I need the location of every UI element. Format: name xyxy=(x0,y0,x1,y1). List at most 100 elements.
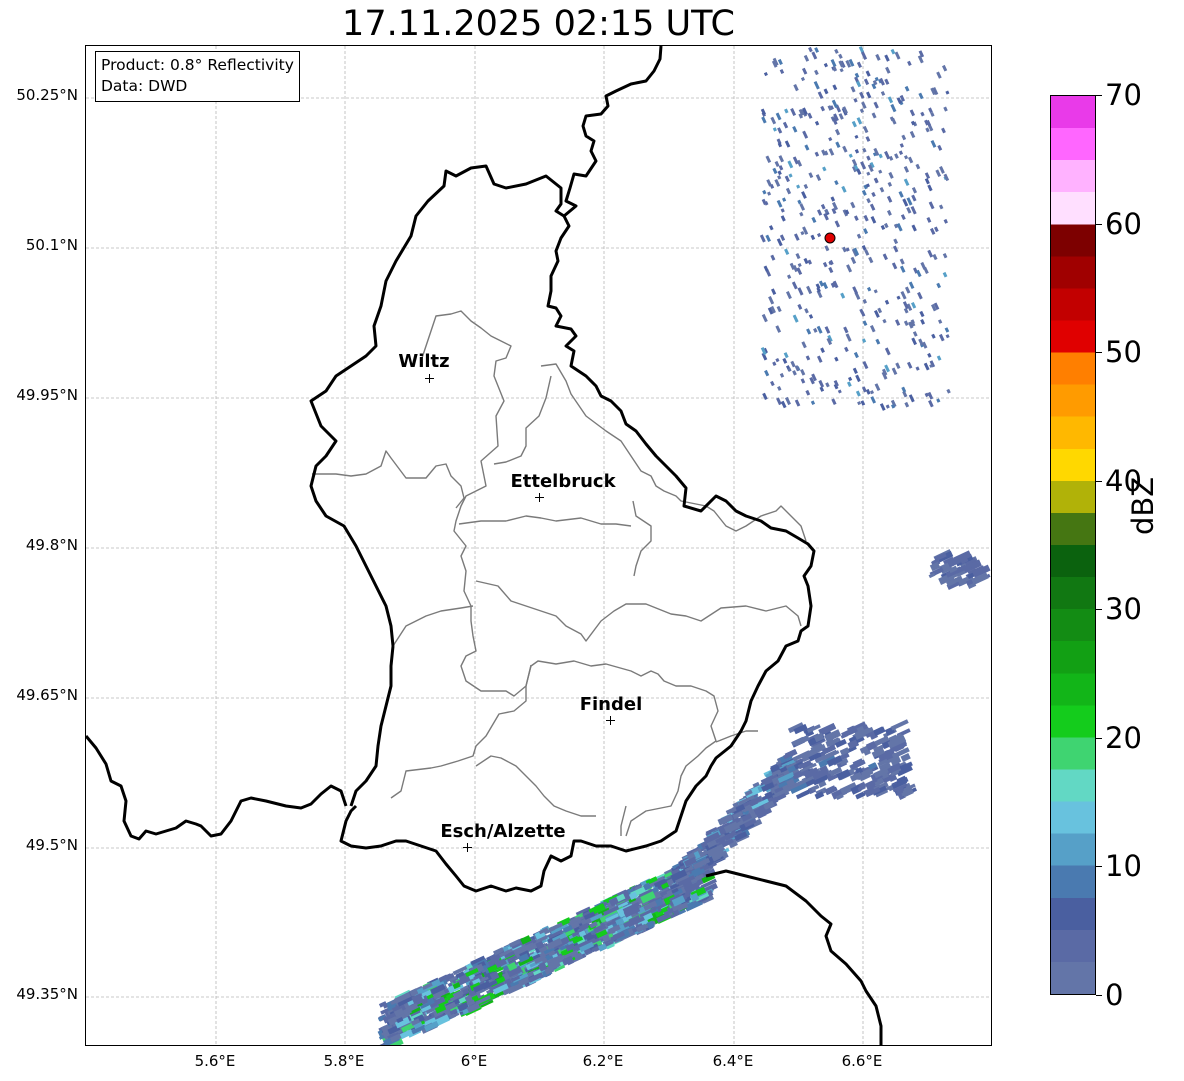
echo-cell xyxy=(782,357,788,364)
echo-cell xyxy=(854,149,860,154)
echo-cell xyxy=(777,386,782,391)
echo-cell xyxy=(778,165,784,171)
city-label-findel: Findel xyxy=(579,694,643,715)
echo-cell xyxy=(860,400,866,406)
echo-cell xyxy=(879,187,885,193)
echo-cell xyxy=(885,404,890,409)
echo-cell xyxy=(806,285,813,295)
echo-cell xyxy=(891,367,898,376)
echo-cell xyxy=(807,112,813,119)
echo-cell xyxy=(863,78,870,86)
echo-cell xyxy=(790,108,797,117)
echo-cell xyxy=(760,108,767,116)
echo-cell xyxy=(774,179,781,187)
echo-cell xyxy=(871,112,877,119)
echo-cell xyxy=(884,299,890,305)
echo-cell xyxy=(804,308,809,314)
echo-cell xyxy=(792,156,799,165)
echo-cell xyxy=(777,127,783,134)
echo-cell xyxy=(945,334,950,339)
echo-cell xyxy=(942,64,948,72)
echo-cell xyxy=(890,103,897,113)
echo-cell xyxy=(841,185,847,193)
echo-cell xyxy=(805,355,811,361)
colorbar-label-60: 60 xyxy=(1105,207,1142,241)
echo-cell xyxy=(931,333,936,339)
echo-cell xyxy=(900,291,907,300)
echo-cell xyxy=(895,319,901,326)
echo-cell xyxy=(804,144,810,151)
echo-cell xyxy=(772,167,778,175)
city-label-esch-alzette: Esch/Alzette xyxy=(440,821,566,842)
echo-cell xyxy=(814,120,820,126)
echo-cell xyxy=(762,189,767,195)
echo-cell xyxy=(866,155,871,161)
echo-cell xyxy=(856,61,862,68)
echo-cell xyxy=(850,256,857,265)
echo-cell xyxy=(904,155,909,160)
city-marker-wiltz xyxy=(425,374,434,383)
echo-cell xyxy=(875,338,881,345)
echo-cell xyxy=(844,346,849,353)
colorbar-tick-0 xyxy=(1096,995,1102,996)
echo-cell xyxy=(817,209,823,216)
echo-cell xyxy=(853,98,858,103)
echo-cell xyxy=(886,195,893,203)
echo-cell xyxy=(862,125,869,134)
echo-cell xyxy=(851,120,857,128)
product-line: Product: 0.8° Reflectivity xyxy=(101,56,294,74)
echo-cell xyxy=(820,203,826,210)
echo-cell xyxy=(788,173,793,178)
echo-cell xyxy=(915,163,921,170)
echo-cell xyxy=(852,286,859,295)
colorbar-tick-50 xyxy=(1096,352,1102,353)
echo-cell xyxy=(805,389,811,396)
echo-cell xyxy=(803,54,810,62)
city-label-wiltz: Wiltz xyxy=(398,351,450,372)
echo-cell xyxy=(800,76,805,82)
echo-cell xyxy=(822,166,827,172)
echo-cell xyxy=(802,130,809,139)
radar-map[interactable] xyxy=(85,45,992,1046)
echo-cell xyxy=(930,140,937,148)
echo-cell xyxy=(828,266,834,274)
echo-cell xyxy=(898,150,904,155)
country-borders xyxy=(86,46,883,1045)
echo-cell xyxy=(776,199,783,208)
echo-cell xyxy=(887,181,893,187)
echo-cell xyxy=(811,216,817,223)
echo-cell xyxy=(900,265,906,273)
echo-cell xyxy=(926,217,932,223)
echo-cell xyxy=(770,380,775,387)
echo-cell xyxy=(759,234,766,243)
lat-tick-49-65: 49.65°N xyxy=(16,686,78,704)
echo-cell xyxy=(870,390,875,395)
echo-cell xyxy=(936,71,942,79)
echo-cell xyxy=(784,140,791,148)
lat-tick-49-8: 49.8°N xyxy=(25,536,78,554)
echo-cell xyxy=(937,319,943,324)
echo-cell xyxy=(884,78,890,85)
echo-cell xyxy=(764,369,770,377)
echo-cell xyxy=(919,310,925,318)
echo-cell xyxy=(864,249,870,256)
echo-cell xyxy=(796,184,801,189)
echo-cell xyxy=(942,271,948,278)
data-source-line: Data: DWD xyxy=(101,77,188,95)
echo-cell xyxy=(857,401,862,406)
echo-cell xyxy=(935,169,942,178)
echo-cell xyxy=(927,352,932,358)
echo-cell xyxy=(907,60,912,66)
colorbar-tick-30 xyxy=(1096,609,1102,610)
echo-cell xyxy=(908,281,915,289)
echo-cell xyxy=(910,206,917,215)
lat-tick-49-95: 49.95°N xyxy=(16,386,78,404)
echo-cell xyxy=(800,231,805,236)
echo-cell xyxy=(882,253,888,261)
echo-cell xyxy=(854,215,859,221)
echo-cell xyxy=(768,296,775,305)
lon-tick-5-6: 5.6°E xyxy=(194,1052,236,1070)
echo-cell xyxy=(802,67,808,75)
echo-cell xyxy=(901,386,907,393)
product-info-box: Product: 0.8° Reflectivity Data: DWD xyxy=(95,51,300,102)
